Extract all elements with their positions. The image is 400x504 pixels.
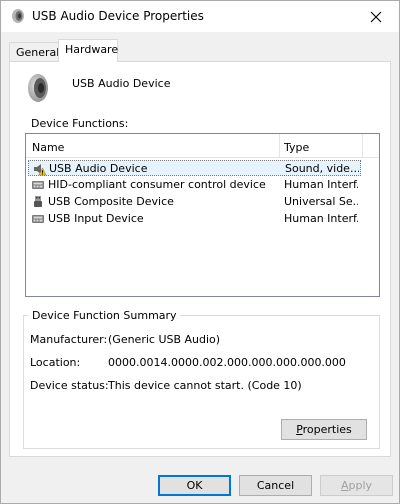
properties-button[interactable]: Properties <box>281 419 367 440</box>
list-header: Name Type <box>26 134 379 158</box>
list-item[interactable]: USB Composite Device Universal Se... <box>28 194 361 210</box>
location-label: Location: <box>30 356 81 369</box>
cancel-button[interactable]: Cancel <box>239 475 312 496</box>
summary-legend: Device Function Summary <box>29 309 180 322</box>
list-item-name: USB Audio Device <box>49 162 148 175</box>
list-item[interactable]: HID-compliant consumer control device Hu… <box>28 177 361 193</box>
list-item-type: Human Interf... <box>284 178 358 191</box>
device-name: USB Audio Device <box>72 77 171 90</box>
column-divider <box>362 134 363 158</box>
title-bar[interactable]: USB Audio Device Properties <box>1 1 399 32</box>
list-item-type: Universal Se... <box>284 195 358 208</box>
list-item-name: HID-compliant consumer control device <box>48 178 266 191</box>
manufacturer-value: (Generic USB Audio) <box>108 333 221 346</box>
speaker-icon <box>28 74 48 102</box>
list-item-name: USB Composite Device <box>48 195 174 208</box>
hid-icon <box>32 215 44 223</box>
window-title: USB Audio Device Properties <box>32 9 204 23</box>
hid-icon <box>32 181 44 189</box>
column-header-type[interactable]: Type <box>284 141 309 154</box>
device-functions-list[interactable]: Name Type USB Audio Device Sound, vide..… <box>25 133 380 297</box>
tab-hardware[interactable]: Hardware <box>58 39 118 62</box>
list-item-name: USB Input Device <box>48 212 144 225</box>
manufacturer-label: Manufacturer: <box>30 333 108 346</box>
list-item-type: Sound, vide... <box>285 162 359 175</box>
column-header-name[interactable]: Name <box>32 141 64 154</box>
list-item-type: Human Interf... <box>284 212 358 225</box>
ok-button[interactable]: OK <box>158 475 231 496</box>
column-divider[interactable] <box>279 134 280 158</box>
close-button[interactable] <box>353 1 399 32</box>
device-status-value: This device cannot start. (Code 10) <box>108 379 302 392</box>
tab-general[interactable]: General <box>9 42 59 62</box>
list-item[interactable]: USB Input Device Human Interf... <box>28 211 361 227</box>
usb-icon <box>34 196 42 207</box>
apply-button[interactable]: Apply <box>320 475 393 496</box>
location-value: 0000.0014.0000.002.000.000.000.000.000 <box>108 356 346 369</box>
device-status-label: Device status: <box>30 379 109 392</box>
warning-audio-icon <box>34 164 46 176</box>
list-item[interactable]: USB Audio Device Sound, vide... <box>28 160 361 176</box>
speaker-icon <box>12 9 24 23</box>
properties-dialog: USB Audio Device Properties General Hard… <box>0 0 400 504</box>
close-icon <box>370 11 382 22</box>
device-functions-label: Device Functions: <box>31 117 129 130</box>
